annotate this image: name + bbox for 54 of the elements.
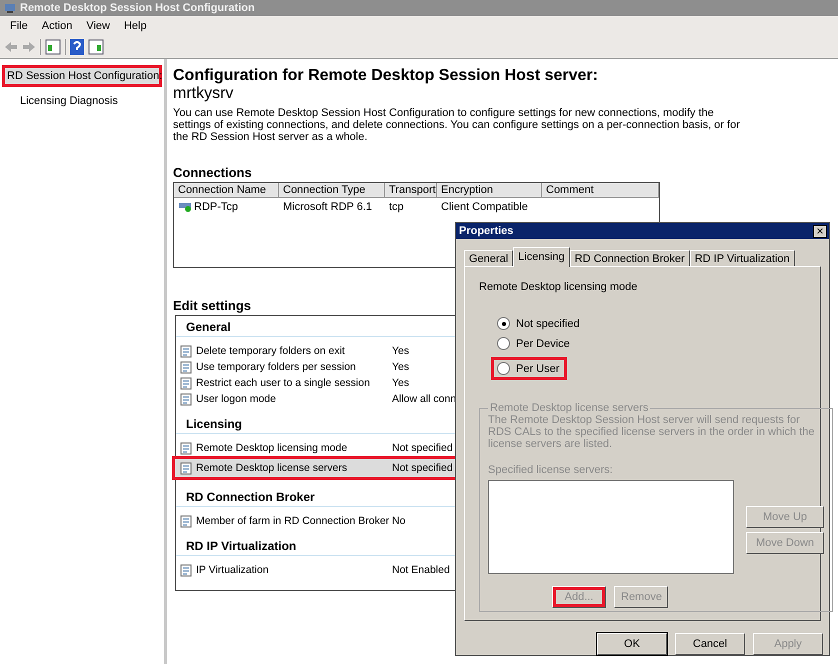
settings-page-icon (180, 442, 192, 454)
tab[interactable]: Licensing (513, 247, 570, 268)
column-header[interactable]: Connection Name (174, 183, 279, 198)
table-cell-text: Client Compatible (440, 200, 529, 215)
tab[interactable]: General (464, 250, 514, 266)
panel-icon[interactable] (45, 39, 61, 55)
dialog-button[interactable]: Cancel (675, 633, 745, 655)
table-cell: RDP-Tcp (174, 198, 279, 216)
group-title: Remote Desktop license servers (489, 402, 650, 414)
section-title: Edit settings (173, 298, 252, 313)
connection-icon (178, 201, 192, 213)
setting-row[interactable]: Member of farm in RD Connection Broker No (176, 513, 468, 529)
menu-item[interactable]: Action (36, 18, 78, 34)
setting-row[interactable]: Delete temporary folders on exit Yes (176, 343, 468, 359)
close-button[interactable]: × (813, 224, 827, 238)
page-title: Configuration for Remote Desktop Session Host server: (173, 67, 599, 85)
radio-option[interactable]: Per User (491, 357, 568, 380)
setting-row[interactable]: Remote Desktop licensing mode Not specified (176, 440, 468, 456)
help-icon[interactable] (70, 39, 84, 55)
settings-page-icon (180, 360, 192, 374)
setting-row[interactable]: Use temporary folders per session Yes (176, 359, 468, 375)
menu-item[interactable]: View (80, 18, 116, 34)
server-name: mrtkysrv (173, 85, 234, 103)
setting-row[interactable]: IP Virtualization Not Enabled (176, 562, 468, 578)
radio-option[interactable]: Per Device (497, 337, 574, 350)
settings-page-icon (180, 514, 192, 528)
menu-item[interactable]: File (4, 18, 34, 34)
computer-icon (4, 2, 16, 14)
column-header[interactable]: Encryption (437, 183, 542, 198)
column-header[interactable]: Transport (385, 183, 437, 198)
window-title: Remote Desktop Session Host Configuration (20, 2, 255, 14)
dialog-title: Properties (459, 225, 514, 238)
tab[interactable]: RD Connection Broker (570, 250, 690, 266)
tab[interactable]: RD IP Virtualization (690, 250, 795, 266)
tree-item[interactable]: Licensing Diagnosis (18, 94, 162, 108)
description: You can use Remote Desktop Session Host Configuration to configure settings for new connections, modify the settings of existing connections, and delete connections. You can configure settings on a per-connection basis, or for the RD Session Host server as a whole. (173, 107, 741, 143)
settings-page-icon (180, 392, 192, 406)
settings-page-icon (180, 564, 192, 576)
column-header[interactable]: Comment (542, 183, 659, 198)
table-cell-text: Microsoft RDP 6.1 (282, 200, 374, 215)
menu-item[interactable]: Help (118, 18, 153, 34)
radio-option[interactable]: Not specified (497, 317, 584, 330)
settings-page-icon (180, 462, 192, 474)
group-description: The Remote Desktop Session Host server will send requests for RDS CALs to the specified license servers in the order in which the license servers are listed. (488, 414, 816, 450)
settings-page-icon (180, 376, 192, 390)
settings-page-icon (180, 344, 192, 358)
table-cell-text: tcp (388, 200, 405, 215)
list-label: Specified license servers: (488, 464, 614, 476)
mode-label: Remote Desktop licensing mode (479, 281, 638, 294)
section-title: Connections (173, 165, 253, 180)
setting-row[interactable]: Restrict each user to a single session Yes (176, 375, 468, 391)
column-header[interactable]: Connection Type (279, 183, 385, 198)
dialog-button[interactable]: OK (597, 633, 667, 655)
panel-icon[interactable] (88, 39, 104, 55)
